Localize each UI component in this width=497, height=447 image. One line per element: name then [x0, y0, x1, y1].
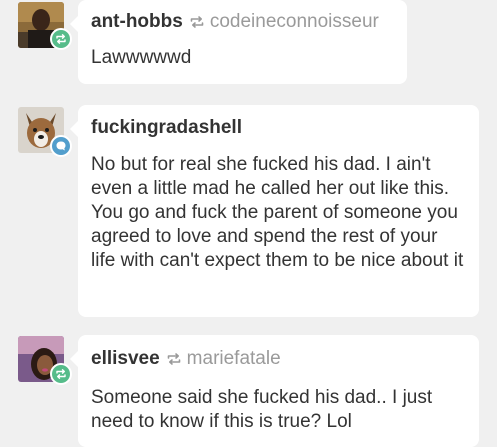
username-link[interactable]: fuckingradashell	[91, 117, 242, 139]
note-header: ellisvee mariefatale	[91, 348, 465, 370]
note-item: ellisvee mariefatale Someone said she fu…	[0, 330, 497, 447]
note-text: Lawwwwwd	[91, 47, 192, 68]
note-header: fuckingradashell	[91, 117, 465, 139]
note-header: ant-hobbs codeineconnoisseur	[91, 11, 393, 33]
note-item: fuckingradashell No but for real she fuc…	[0, 100, 497, 320]
note-card: fuckingradashell No but for real she fuc…	[70, 105, 479, 317]
reblogged-from-link[interactable]: mariefatale	[187, 348, 281, 370]
username-link[interactable]: ellisvee	[91, 348, 160, 370]
reblogged-from-link[interactable]: codeineconnoisseur	[210, 11, 379, 33]
reblog-icon	[189, 14, 205, 30]
note-card: ellisvee mariefatale Someone said she fu…	[70, 335, 479, 447]
note-item: ant-hobbs codeineconnoisseur Lawwwwwd	[0, 0, 497, 90]
note-text: No but for real she fucked his dad. I ai…	[91, 154, 464, 271]
reblog-badge-icon	[50, 363, 72, 385]
username-link[interactable]: ant-hobbs	[91, 11, 183, 33]
reply-badge-icon	[50, 135, 72, 157]
note-card: ant-hobbs codeineconnoisseur Lawwwwwd	[70, 0, 407, 84]
reblog-badge-icon	[50, 28, 72, 50]
reblog-icon	[166, 351, 182, 367]
note-text: Someone said she fucked his dad.. I just…	[91, 387, 433, 432]
